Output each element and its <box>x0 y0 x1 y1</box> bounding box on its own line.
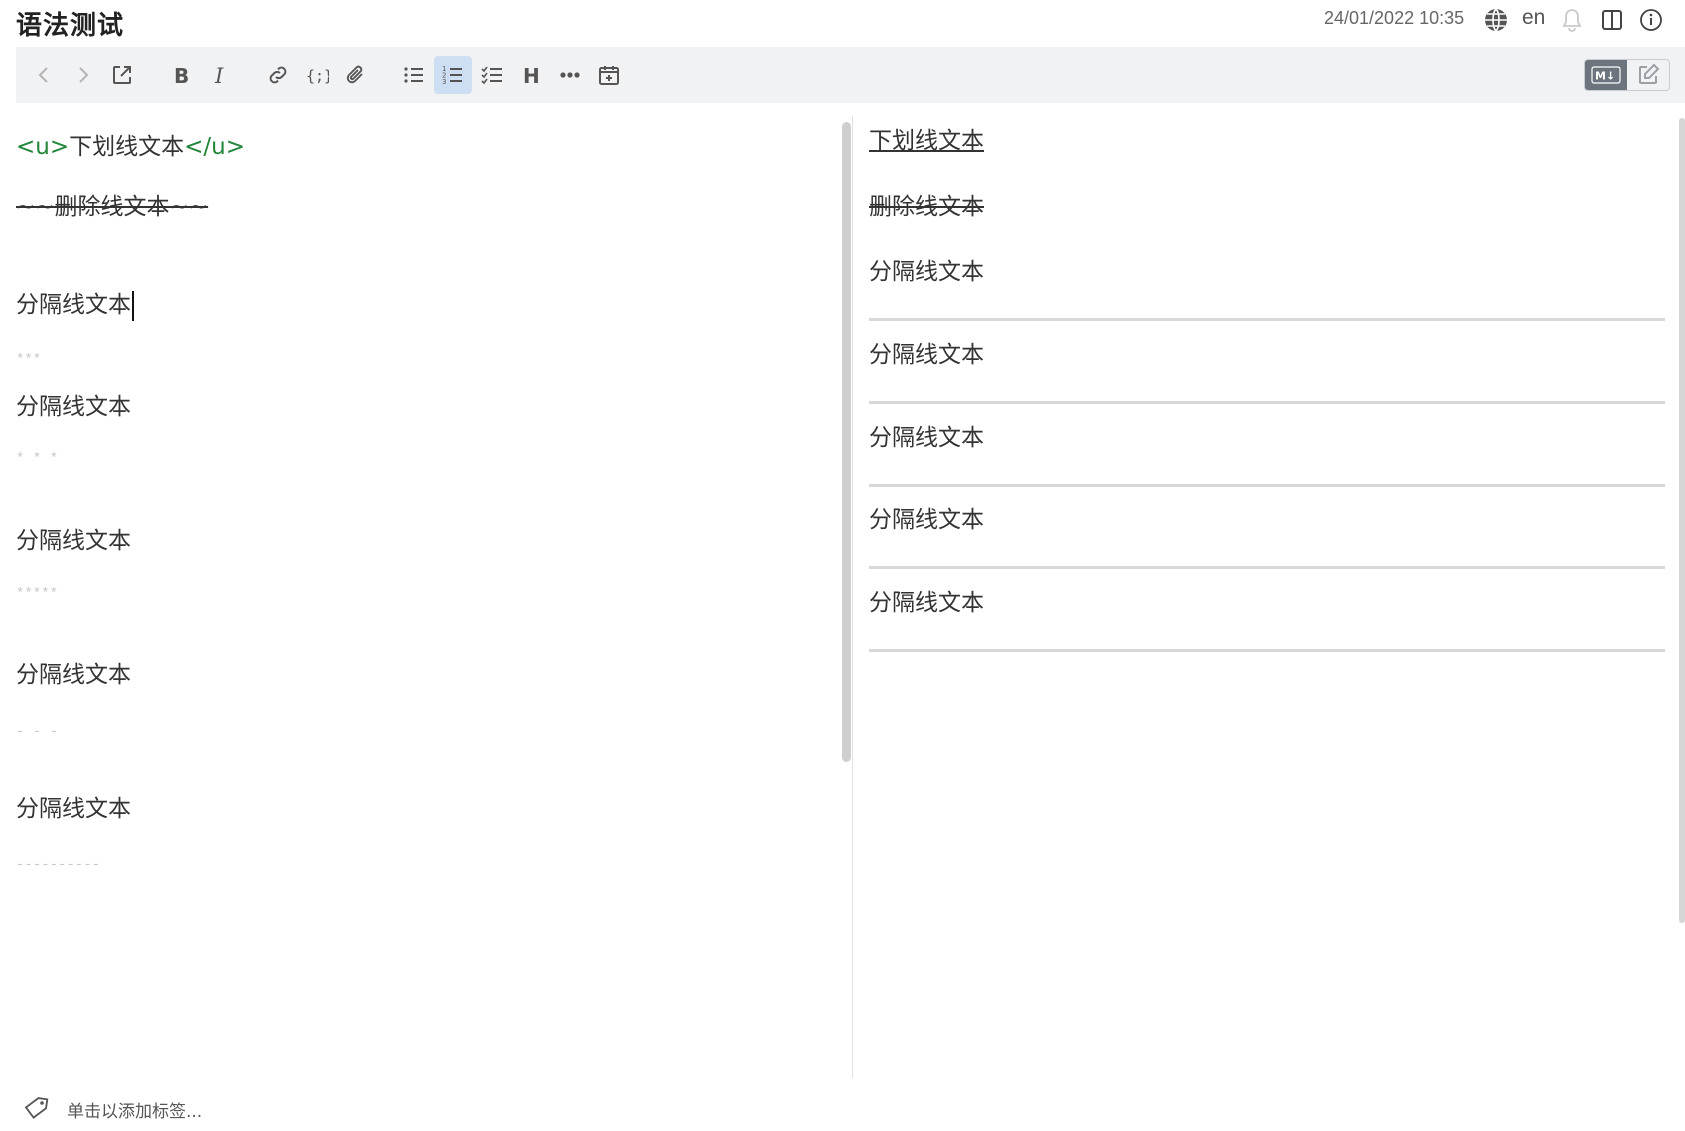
svg-text:H: H <box>523 64 540 87</box>
code-icon[interactable]: {;} <box>298 56 336 94</box>
preview-horizontal-rule <box>869 401 1665 404</box>
underline-source-text: 下划线文本 <box>69 134 185 160</box>
svg-text:B: B <box>174 64 189 87</box>
svg-text:M↓: M↓ <box>1595 70 1615 83</box>
preview-horizontal-rule <box>869 318 1665 321</box>
editor-toolbar: B I {;} 123 H M↓ <box>16 47 1685 103</box>
note-title[interactable]: 语法测试 <box>16 5 124 42</box>
preview-paragraph: 分隔线文本 <box>869 590 984 616</box>
preview-paragraph: 分隔线文本 <box>869 425 984 451</box>
preview-paragraph: 分隔线文本 <box>869 507 984 533</box>
info-icon[interactable] <box>1637 6 1665 34</box>
editor-line-text: 分隔线文本 <box>16 662 131 688</box>
markdown-preview: 下划线文本 删除线文本 分隔线文本 分隔线文本 分隔线文本 分隔线文本 分隔线文… <box>853 103 1685 1078</box>
editor-line-rule: ---------- <box>16 857 101 873</box>
heading-icon[interactable]: H <box>512 56 550 94</box>
preview-scrollbar[interactable] <box>1679 118 1685 923</box>
link-icon[interactable] <box>259 56 297 94</box>
preview-horizontal-rule <box>869 649 1665 652</box>
tag-bar: 单击以添加标签... <box>0 1085 1685 1131</box>
editor-scrollbar[interactable] <box>842 122 851 762</box>
markdown-editor[interactable]: <u>下划线文本</u> ~~删除线文本~~ 分隔线文本 *** 分隔线文本 *… <box>0 103 852 1078</box>
editor-line-text: 分隔线文本 <box>16 796 131 822</box>
underline-open-tag: <u> <box>16 134 70 160</box>
language-label[interactable]: en <box>1522 6 1545 30</box>
preview-horizontal-rule <box>869 484 1665 487</box>
preview-horizontal-rule <box>869 566 1665 569</box>
edit-mode-button[interactable] <box>1627 60 1669 90</box>
editor-line-underline: <u>下划线文本</u> <box>16 127 245 161</box>
bold-icon[interactable]: B <box>162 56 200 94</box>
note-header: 语法测试 24/01/2022 10:35 en <box>0 0 1685 46</box>
preview-paragraph: 分隔线文本 <box>869 259 984 285</box>
bullet-list-icon[interactable] <box>395 56 433 94</box>
more-icon[interactable] <box>551 56 589 94</box>
text-caret <box>132 290 134 321</box>
italic-icon[interactable]: I <box>201 56 239 94</box>
preview-strikethrough-text: 删除线文本 <box>869 194 984 220</box>
svg-text:{;}: {;} <box>306 67 329 85</box>
note-date: 24/01/2022 10:35 <box>1324 8 1465 28</box>
preview-underline-text: 下划线文本 <box>869 128 984 154</box>
bell-icon[interactable] <box>1558 6 1586 34</box>
globe-icon[interactable] <box>1482 6 1510 34</box>
underline-close-tag: </u> <box>184 134 245 160</box>
open-external-icon[interactable] <box>103 56 141 94</box>
add-tag-input[interactable]: 单击以添加标签... <box>67 1097 202 1122</box>
insert-date-icon[interactable] <box>590 56 628 94</box>
editor-line-strikethrough: ~~删除线文本~~ <box>16 194 209 220</box>
split-view-icon[interactable] <box>1598 6 1626 34</box>
view-mode-toggle: M↓ <box>1584 59 1670 91</box>
tag-icon[interactable] <box>22 1093 52 1123</box>
preview-paragraph: 分隔线文本 <box>869 342 984 368</box>
editor-line-rule: ***** <box>16 586 59 602</box>
forward-icon[interactable] <box>64 56 102 94</box>
editor-line-text: 分隔线文本 <box>16 285 134 321</box>
editor-line-rule: * * * <box>16 451 59 467</box>
markdown-mode-button[interactable]: M↓ <box>1585 60 1627 90</box>
editor-line-rule: - - - <box>16 724 59 740</box>
numbered-list-icon[interactable]: 123 <box>434 56 472 94</box>
attachment-icon[interactable] <box>337 56 375 94</box>
back-icon[interactable] <box>25 56 63 94</box>
editor-line-text: 分隔线文本 <box>16 394 131 420</box>
editor-line-text: 分隔线文本 <box>16 528 131 554</box>
svg-text:I: I <box>214 64 224 87</box>
checklist-icon[interactable] <box>473 56 511 94</box>
editor-line-rule: *** <box>16 352 42 368</box>
svg-text:3: 3 <box>442 78 446 86</box>
